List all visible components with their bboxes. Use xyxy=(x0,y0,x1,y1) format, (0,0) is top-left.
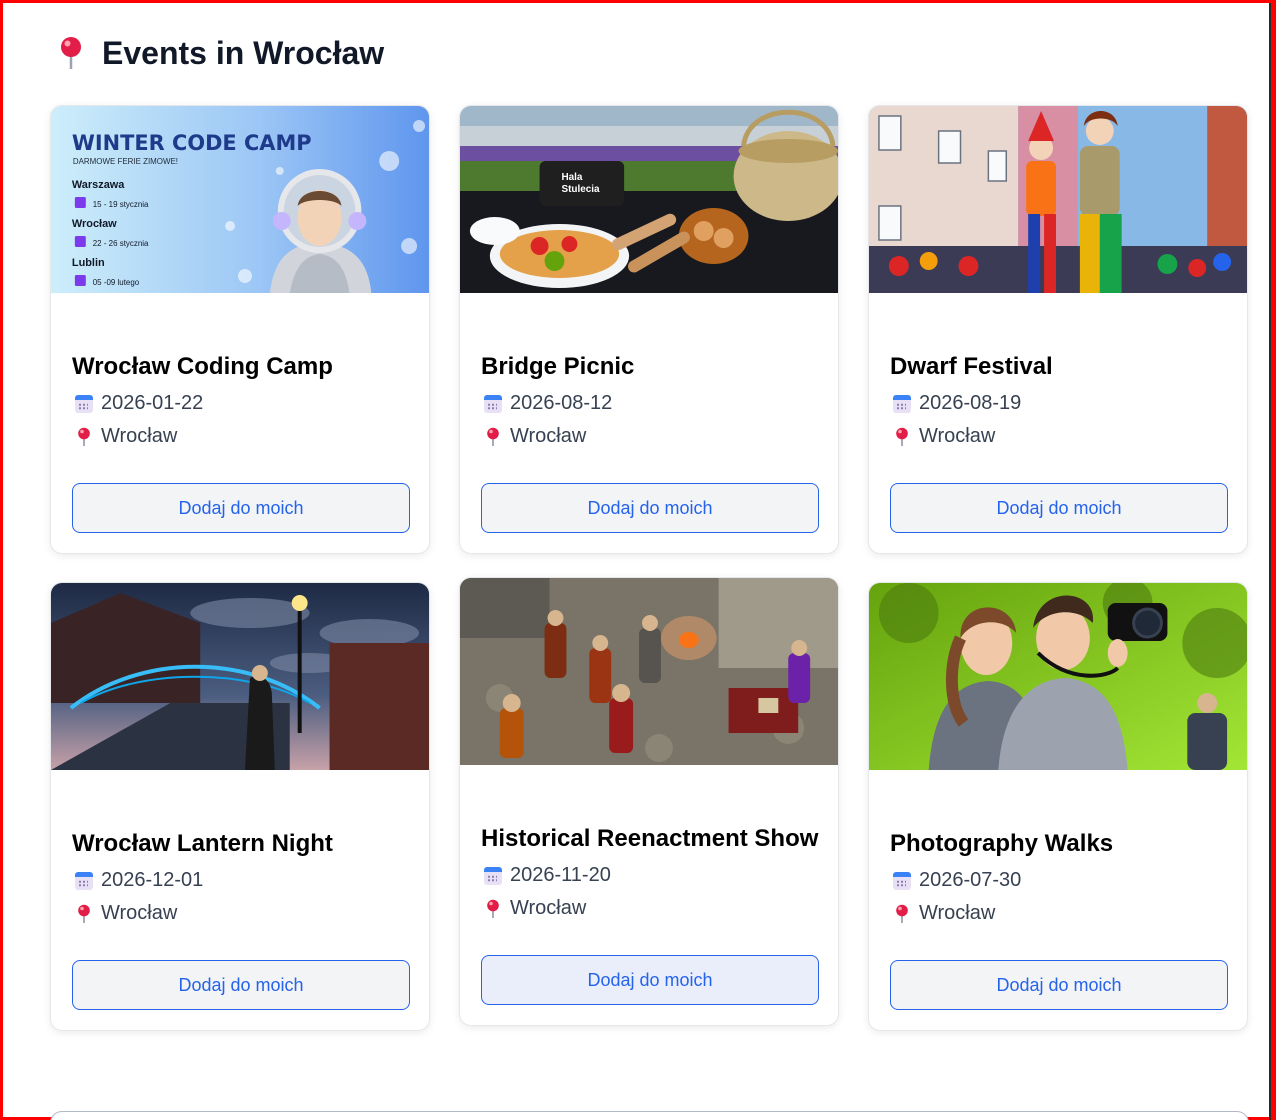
event-title: Bridge Picnic xyxy=(481,353,635,380)
event-location-text: Wrocław xyxy=(101,425,178,447)
add-to-my-events-button[interactable]: Dodaj do moich xyxy=(890,960,1228,1010)
svg-text:Wrocław: Wrocław xyxy=(72,218,117,230)
event-title: Historical Reenactment Show xyxy=(481,825,819,852)
event-image-dwarf-festival xyxy=(869,106,1247,293)
event-location-text: Wrocław xyxy=(919,902,996,924)
event-location-text: Wrocław xyxy=(510,897,587,919)
event-date-text: 2026-12-01 xyxy=(101,869,204,891)
event-card: Dwarf Festival 2026-08-19 Wrocław Dodaj … xyxy=(868,105,1248,554)
calendar-icon xyxy=(484,394,502,413)
event-image-winter-code-camp: WINTER CODE CAMP DARMOWE FERIE ZIMOWE! W… xyxy=(51,106,429,293)
event-card: WINTER CODE CAMP DARMOWE FERIE ZIMOWE! W… xyxy=(50,105,430,554)
svg-text:Lublin: Lublin xyxy=(72,257,105,269)
svg-text:WINTER CODE CAMP: WINTER CODE CAMP xyxy=(72,131,312,155)
page-title: Events in Wrocław xyxy=(56,33,384,73)
event-date-text: 2026-07-30 xyxy=(919,869,1022,891)
svg-text:Hala: Hala xyxy=(561,172,582,183)
event-location-text: Wrocław xyxy=(919,425,996,447)
event-date: 2026-01-22 xyxy=(75,392,203,415)
calendar-icon xyxy=(75,394,93,413)
event-location-text: Wrocław xyxy=(510,425,587,447)
event-title: Wrocław Coding Camp xyxy=(72,353,333,380)
event-image-lantern-night xyxy=(51,583,429,770)
event-date-text: 2026-08-19 xyxy=(919,392,1022,414)
event-card: Historical Reenactment Show 2026-11-20 W… xyxy=(459,577,839,1026)
event-date: 2026-11-20 xyxy=(484,864,611,887)
event-date: 2026-08-19 xyxy=(893,392,1021,415)
event-image-historical-reenactment xyxy=(460,578,838,765)
event-location: Wrocław xyxy=(75,902,177,925)
event-card: Photography Walks 2026-07-30 Wrocław Dod… xyxy=(868,582,1248,1031)
pushpin-icon xyxy=(56,36,86,70)
event-date-text: 2026-01-22 xyxy=(101,392,204,414)
calendar-icon xyxy=(893,871,911,890)
add-to-my-events-button[interactable]: Dodaj do moich xyxy=(890,483,1228,533)
event-location-text: Wrocław xyxy=(101,902,178,924)
pushpin-icon xyxy=(893,904,911,924)
calendar-icon xyxy=(75,871,93,890)
add-to-my-events-button[interactable]: Dodaj do moich xyxy=(72,483,410,533)
page-title-text: Events in Wrocław xyxy=(102,34,385,71)
event-location: Wrocław xyxy=(484,897,586,920)
svg-text:05 -09 lutego: 05 -09 lutego xyxy=(93,278,140,287)
event-image-photography-walks xyxy=(869,583,1247,770)
pushpin-icon xyxy=(75,427,93,447)
event-title: Wrocław Lantern Night xyxy=(72,830,333,857)
calendar-icon xyxy=(484,866,502,885)
event-date-text: 2026-11-20 xyxy=(510,864,611,886)
add-to-my-events-button[interactable]: Dodaj do moich xyxy=(481,955,819,1005)
event-date-text: 2026-08-12 xyxy=(510,392,613,414)
event-card: Wrocław Lantern Night 2026-12-01 Wrocław… xyxy=(50,582,430,1031)
pushpin-icon xyxy=(484,427,502,447)
svg-text:Stulecia: Stulecia xyxy=(561,184,600,195)
event-title: Photography Walks xyxy=(890,830,1114,857)
add-to-my-events-button[interactable]: Dodaj do moich xyxy=(481,483,819,533)
event-title: Dwarf Festival xyxy=(890,353,1053,380)
event-date: 2026-08-12 xyxy=(484,392,612,415)
pushpin-icon xyxy=(893,427,911,447)
pushpin-icon xyxy=(484,899,502,919)
event-location: Wrocław xyxy=(893,902,995,925)
add-to-my-events-button[interactable]: Dodaj do moich xyxy=(72,960,410,1010)
svg-text:DARMOWE FERIE ZIMOWE!: DARMOWE FERIE ZIMOWE! xyxy=(73,157,178,166)
svg-text:22 - 26 stycznia: 22 - 26 stycznia xyxy=(93,239,149,248)
events-grid: WINTER CODE CAMP DARMOWE FERIE ZIMOWE! W… xyxy=(50,105,1249,1031)
event-date: 2026-07-30 xyxy=(893,869,1021,892)
next-section-card xyxy=(50,1111,1249,1120)
event-location: Wrocław xyxy=(893,425,995,448)
event-location: Wrocław xyxy=(484,425,586,448)
svg-text:15 - 19 stycznia: 15 - 19 stycznia xyxy=(93,200,149,209)
pushpin-icon xyxy=(75,904,93,924)
scrollbar-edge xyxy=(1269,3,1271,1120)
calendar-icon xyxy=(893,394,911,413)
event-location: Wrocław xyxy=(75,425,177,448)
event-card: Hala Stulecia Bridge Picnic 2026-08-12 W… xyxy=(459,105,839,554)
event-date: 2026-12-01 xyxy=(75,869,203,892)
event-image-bridge-picnic: Hala Stulecia xyxy=(460,106,838,293)
svg-text:Warszawa: Warszawa xyxy=(72,179,125,191)
